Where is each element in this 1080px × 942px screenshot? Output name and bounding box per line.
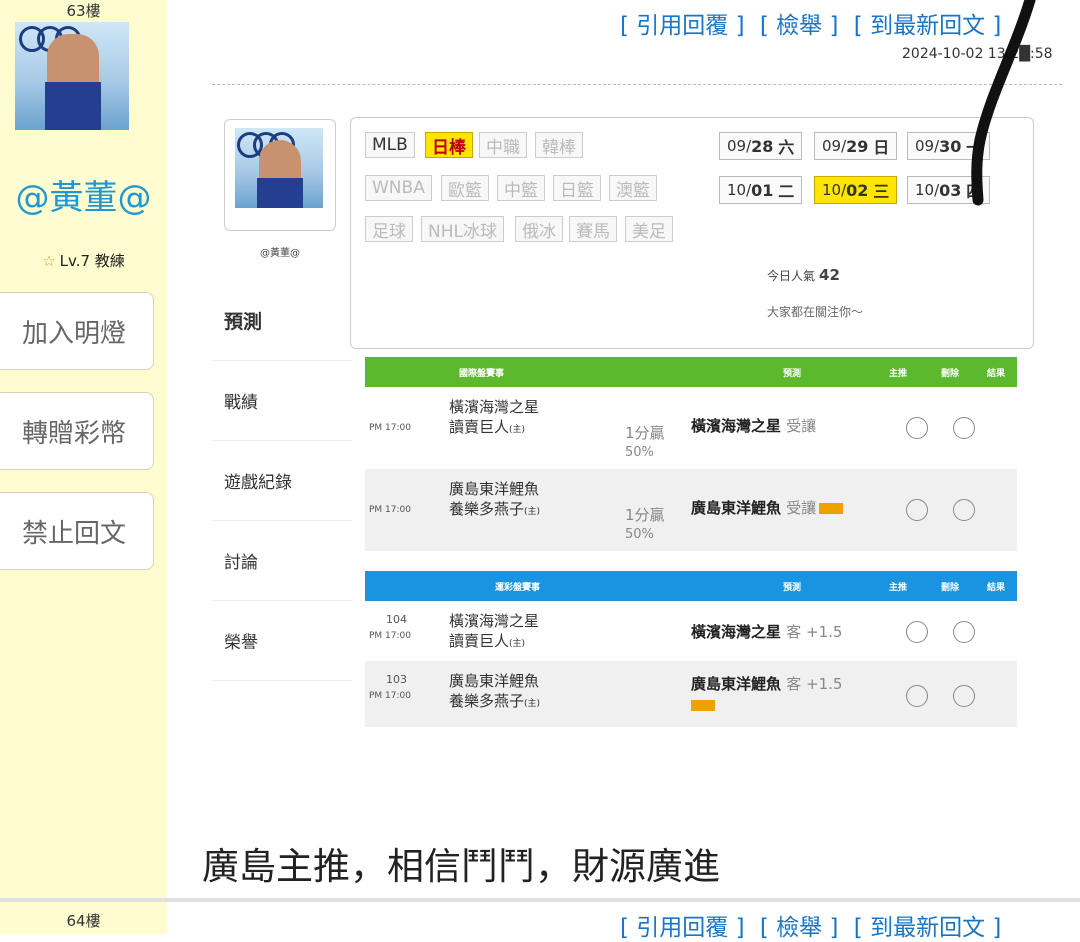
sport-chip[interactable]: 中職 — [479, 132, 527, 158]
date-chip[interactable]: 10/01 二 — [719, 176, 803, 204]
sport-chip[interactable]: 中籃 — [497, 175, 545, 201]
game-time: PM 17:00 — [369, 505, 411, 515]
table-row: 104 PM 17:00 橫濱海灣之星 讀賣巨人(主) 橫濱海灣之星 客 +1.5 — [365, 601, 1017, 661]
sport-chip[interactable]: 澳籃 — [609, 175, 657, 201]
date-chip-selected[interactable]: 10/02 三 — [814, 176, 898, 204]
latest-reply-link[interactable]: [ 到最新回文 ] — [854, 13, 1002, 39]
follow-button[interactable]: 加入明燈 — [0, 292, 154, 370]
gift-coins-button[interactable]: 轉贈彩幣 — [0, 392, 154, 470]
delete-radio[interactable] — [953, 621, 975, 643]
sport-chip[interactable]: MLB — [365, 132, 415, 158]
post-comment: 廣島主推，相信鬥鬥，財源廣進 — [202, 845, 720, 888]
sport-chip[interactable]: 俄冰 — [515, 216, 563, 242]
username[interactable]: @黃董@ — [0, 170, 167, 219]
hot-text: 大家都在關注你〜 — [767, 305, 864, 319]
prediction: 橫濱海灣之星 客 +1.5 — [691, 623, 843, 641]
sport-chip[interactable]: 日籃 — [553, 175, 601, 201]
col-delete: 刪除 — [941, 369, 960, 379]
sport-chip[interactable]: WNBA — [365, 175, 432, 201]
section-title: 國際盤賽事 — [459, 369, 505, 379]
table-header: 國際盤賽事 預測 主推 刪除 結果 — [365, 357, 1017, 387]
table-header: 運彩盤賽事 預測 主推 刪除 結果 — [365, 571, 1017, 601]
embedded-screenshot: @黃董@ 預測 戰績 遊戲紀錄 討論 榮譽 MLB 日棒 中職 韓棒 WNBA … — [212, 84, 1062, 727]
delete-radio[interactable] — [953, 685, 975, 707]
table-row: PM 17:00 廣島東洋鯉魚 養樂多燕子(主) 1分贏 50% 廣島東洋鯉魚 受讓 — [365, 469, 1017, 551]
quote-reply-link[interactable]: [ 引用回覆 ] — [620, 13, 745, 39]
main-pick-radio[interactable] — [906, 621, 928, 643]
teams: 橫濱海灣之星 讀賣巨人(主) — [449, 612, 540, 650]
teams: 橫濱海灣之星 讀賣巨人(主) — [449, 398, 540, 436]
handicap: 1分贏 50% — [625, 506, 665, 542]
teams: 廣島東洋鯉魚 養樂多燕子(主) — [449, 480, 541, 518]
latest-reply-link[interactable]: [ 到最新回文 ] — [854, 915, 1002, 941]
sport-chip[interactable]: 韓棒 — [535, 132, 583, 158]
main-pick-radio[interactable] — [906, 685, 928, 707]
col-result: 結果 — [987, 369, 1006, 379]
sport-chip[interactable]: 美足 — [625, 216, 673, 242]
sport-chip[interactable]: 歐籃 — [441, 175, 489, 201]
sport-chip[interactable]: 足球 — [365, 216, 413, 242]
floor-number: 63樓 — [66, 2, 101, 20]
prediction: 廣島東洋鯉魚 客 +1.5 — [691, 673, 842, 712]
game-number: 103 — [386, 673, 407, 686]
filter-panel: MLB 日棒 中職 韓棒 WNBA 歐籃 中籃 日籃 澳籃 足球 NHL冰球 俄… — [350, 117, 1034, 349]
badge-icon — [819, 503, 844, 514]
tab-game-log[interactable]: 遊戲紀錄 — [212, 441, 352, 521]
sport-chip[interactable]: 賽馬 — [569, 216, 617, 242]
col-main: 主推 — [889, 369, 908, 379]
tab-predict[interactable]: 預測 — [212, 281, 352, 361]
col-delete: 刪除 — [941, 583, 960, 593]
post-divider — [0, 898, 1080, 902]
quote-reply-link[interactable]: [ 引用回覆 ] — [620, 915, 745, 941]
profile-card: @黃董@ — [224, 119, 336, 259]
main-pick-radio[interactable] — [906, 417, 928, 439]
badge-icon — [691, 700, 715, 711]
sport-chip-selected[interactable]: 日棒 — [425, 132, 473, 158]
teams: 廣島東洋鯉魚 養樂多燕子(主) — [449, 672, 541, 710]
table-row: 103 PM 17:00 廣島東洋鯉魚 養樂多燕子(主) 廣島東洋鯉魚 客 +1.… — [365, 661, 1017, 727]
post-actions: [ 引用回覆 ] [ 檢舉 ] [ 到最新回文 ] — [620, 6, 1009, 40]
col-pick: 預測 — [783, 369, 802, 379]
profile-name: @黃董@ — [260, 248, 300, 259]
user-avatar[interactable] — [15, 22, 129, 130]
star-icon: ☆ — [42, 252, 56, 270]
report-link[interactable]: [ 檢舉 ] — [760, 915, 839, 941]
date-chip[interactable]: 10/03 四 — [907, 176, 991, 204]
date-chip[interactable]: 09/30 一 — [907, 132, 991, 160]
col-pick: 預測 — [783, 583, 802, 593]
user-level: ☆ Lv.7 教練 — [42, 252, 125, 270]
delete-radio[interactable] — [953, 499, 975, 521]
delete-radio[interactable] — [953, 417, 975, 439]
user-sidebar: 63樓 @黃董@ ☆ Lv.7 教練 加入明燈 轉贈彩幣 禁止回文 64樓 — [0, 0, 167, 934]
main-pick-radio[interactable] — [906, 499, 928, 521]
tab-discussion[interactable]: 討論 — [212, 521, 352, 601]
col-result: 結果 — [987, 583, 1006, 593]
profile-avatar — [235, 128, 323, 208]
date-chip[interactable]: 09/29 日 — [814, 132, 898, 160]
tab-record[interactable]: 戰績 — [212, 361, 352, 441]
block-reply-button[interactable]: 禁止回文 — [0, 492, 154, 570]
table-row: PM 17:00 橫濱海灣之星 讀賣巨人(主) 1分贏 50% 橫濱海灣之星 受讓 — [365, 387, 1017, 469]
col-main: 主推 — [889, 583, 908, 593]
post-actions-next: [ 引用回覆 ] [ 檢舉 ] [ 到最新回文 ] — [620, 908, 1009, 942]
post-timestamp: 2024-10-02 13:2█:58 — [902, 46, 1053, 62]
prediction: 廣島東洋鯉魚 受讓 — [691, 497, 844, 518]
floor-number-next: 64樓 — [66, 912, 101, 930]
date-chip[interactable]: 09/28 六 — [719, 132, 803, 160]
prediction: 橫濱海灣之星 受讓 — [691, 417, 817, 435]
tab-honor[interactable]: 榮譽 — [212, 601, 352, 681]
handicap: 1分贏 50% — [625, 424, 665, 460]
game-time: PM 17:00 — [369, 691, 411, 701]
game-time: PM 17:00 — [369, 631, 411, 641]
report-link[interactable]: [ 檢舉 ] — [760, 13, 839, 39]
game-number: 104 — [386, 613, 407, 626]
section-title: 運彩盤賽事 — [495, 583, 541, 593]
game-time: PM 17:00 — [369, 423, 411, 433]
sport-chip[interactable]: NHL冰球 — [421, 216, 504, 242]
popularity: 今日人氣 42 — [767, 266, 840, 284]
